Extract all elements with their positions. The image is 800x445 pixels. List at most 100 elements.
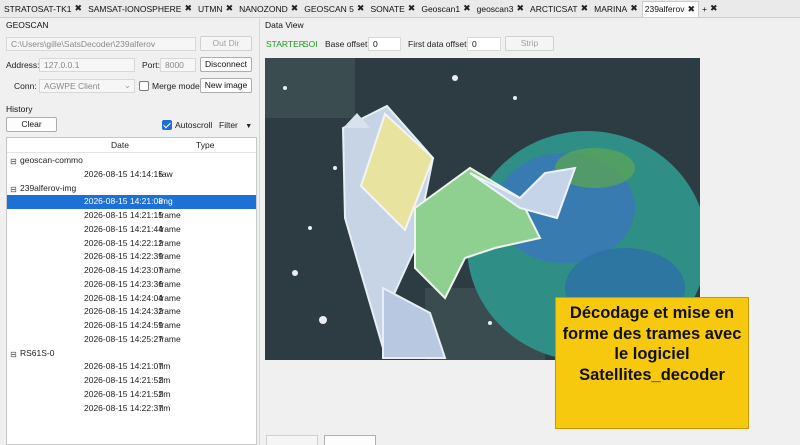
port-field[interactable]: 8000	[160, 58, 196, 72]
tab-arcticsat[interactable]: ARCTICSAT ✖	[528, 1, 591, 17]
history-row[interactable]: 2026-08-15 14:22:12 frame	[7, 237, 256, 251]
tab-geoscan3[interactable]: geoscan3 ✖	[475, 1, 527, 17]
row-date: 2026-08-15 14:21:52	[84, 388, 163, 399]
row-date: 2026-08-15 14:22:37	[84, 402, 163, 413]
row-type: frame	[159, 251, 181, 262]
close-icon[interactable]: ✖	[75, 3, 83, 14]
history-row[interactable]: 2026-08-15 14:25:27 frame	[7, 333, 256, 347]
history-row[interactable]: 2026-08-15 14:23:07 frame	[7, 264, 256, 278]
bottom-button-1[interactable]	[266, 435, 318, 445]
tree-group-name: 239alferov-img	[20, 182, 77, 193]
collapse-icon[interactable]: ⊟	[10, 348, 17, 361]
history-row[interactable]: 2026-08-15 14:22:37 tlm	[7, 402, 256, 416]
autoscroll-checkbox[interactable]	[162, 120, 172, 130]
clear-button[interactable]: Clear	[6, 117, 57, 132]
output-path-field[interactable]: C:\Users\gille\SatsDecoder\239alferov	[6, 37, 196, 51]
row-type: tlm	[159, 361, 171, 372]
tab-marina[interactable]: MARINA ✖	[592, 1, 641, 17]
tab-239alferov[interactable]: 239alferov ✖	[641, 0, 699, 17]
row-type: tlm	[159, 375, 171, 385]
history-row[interactable]: 2026-08-15 14:21:52 tlm	[7, 388, 256, 402]
collapse-icon[interactable]: ⊟	[10, 183, 17, 196]
right-panel: Data View STARTER SOI Base offset: 0 Fir…	[262, 18, 800, 445]
tab-sonate[interactable]: SONATE ✖	[368, 1, 418, 17]
close-icon[interactable]: ✖	[710, 3, 718, 14]
close-icon[interactable]: ✖	[357, 3, 365, 14]
row-type: frame	[159, 265, 181, 275]
collapse-icon[interactable]: ⊟	[10, 155, 17, 168]
row-date: 2026-08-15 14:24:32	[84, 306, 163, 317]
left-panel: GEOSCAN C:\Users\gille\SatsDecoder\239al…	[0, 18, 258, 445]
close-icon[interactable]: ✖	[630, 3, 638, 14]
conn-label: Conn:	[14, 81, 37, 91]
first-offset-field[interactable]: 0	[467, 37, 501, 51]
conn-select[interactable]: AGWPE Client ⌄	[39, 79, 135, 93]
soi-indicator: SOI	[303, 39, 318, 49]
history-row[interactable]: 2026-08-15 14:14:15 raw	[7, 168, 256, 182]
tab-label: Geoscan1	[421, 3, 461, 14]
close-icon[interactable]: ✖	[687, 4, 695, 15]
history-tree[interactable]: Date Type ⊟ geoscan-commo 2026-08-15 14:14…	[6, 137, 257, 445]
row-date: 2026-08-15 14:22:39	[84, 251, 163, 262]
history-row[interactable]: 2026-08-15 14:21:08 img	[7, 195, 256, 209]
tree-group-row[interactable]: ⊟ 239alferov-img	[7, 182, 256, 196]
address-field[interactable]: 127.0.0.1	[39, 58, 135, 72]
history-row[interactable]: 2026-08-15 14:24:32 frame	[7, 305, 256, 319]
type-column-header[interactable]: Type	[196, 140, 214, 150]
close-icon[interactable]: ✖	[291, 3, 299, 14]
row-type: frame	[159, 223, 181, 234]
row-date: 2026-08-15 14:23:36	[84, 278, 163, 289]
history-row[interactable]: 2026-08-15 14:21:44 frame	[7, 223, 256, 237]
row-type: tlm	[159, 388, 171, 399]
tab-geoscan1[interactable]: Geoscan1 ✖	[419, 1, 473, 17]
close-icon[interactable]: ✖	[463, 3, 471, 14]
tab-utmn[interactable]: UTMN ✖	[196, 1, 236, 17]
row-type: frame	[159, 292, 181, 303]
add-tab-button[interactable]: + ✖	[700, 1, 721, 17]
tab-nanozond[interactable]: NANOZOND ✖	[237, 1, 301, 17]
history-row[interactable]: 2026-08-15 14:23:36 frame	[7, 278, 256, 292]
tab-geoscan-5[interactable]: GEOSCAN 5 ✖	[302, 1, 367, 17]
caret-down-icon: ▼	[245, 123, 253, 130]
history-row[interactable]: 2026-08-15 14:24:04 frame	[7, 292, 256, 306]
tree-group-row[interactable]: ⊟ RS61S-0	[7, 347, 256, 361]
merge-mode-checkbox[interactable]	[139, 81, 149, 91]
tree-group-name: geoscan-commo	[20, 155, 83, 165]
close-icon[interactable]: ✖	[184, 3, 192, 14]
port-label: Port:	[142, 60, 160, 70]
filter-menu[interactable]: Filter ▼	[219, 120, 252, 130]
close-icon[interactable]: ✖	[408, 3, 416, 14]
row-date: 2026-08-15 14:21:07	[84, 361, 163, 372]
history-row[interactable]: 2026-08-15 14:21:52 tlm	[7, 374, 256, 388]
date-column-header[interactable]: Date	[111, 140, 129, 150]
tree-group-name: RS61S-0	[20, 347, 55, 358]
new-image-button[interactable]: New image	[200, 78, 252, 93]
tree-group-row[interactable]: ⊟ geoscan-commo	[7, 154, 256, 168]
out-dir-button[interactable]: Out Dir	[200, 36, 252, 51]
tab-samsat-ionosphere[interactable]: SAMSAT-IONOSPHERE ✖	[86, 1, 195, 17]
history-row[interactable]: 2026-08-15 14:24:59 frame	[7, 319, 256, 333]
first-offset-label: First data offset:	[408, 39, 469, 49]
close-icon[interactable]: ✖	[226, 3, 234, 14]
row-date: 2026-08-15 14:23:07	[84, 265, 163, 275]
disconnect-button[interactable]: Disconnect	[200, 57, 252, 72]
history-title: History	[6, 104, 33, 114]
tab-stratosat-tk1[interactable]: STRATOSAT-TK1 ✖	[2, 1, 85, 17]
bottom-button-2[interactable]	[324, 435, 376, 445]
strip-button[interactable]: Strip	[505, 36, 554, 51]
close-icon[interactable]: ✖	[517, 3, 525, 14]
row-type: raw	[159, 168, 173, 179]
history-row[interactable]: 2026-08-15 14:21:15 frame	[7, 209, 256, 223]
row-date: 2026-08-15 14:24:04	[84, 292, 163, 303]
tab-label: MARINA	[594, 3, 628, 14]
tab-label: GEOSCAN 5	[304, 3, 354, 14]
history-row[interactable]: 2026-08-15 14:21:07 tlm	[7, 360, 256, 374]
row-date: 2026-08-15 14:14:15	[84, 168, 163, 179]
satellite-tab-bar: STRATOSAT-TK1 ✖ SAMSAT-IONOSPHERE ✖ UTMN ✖ NAN…	[0, 0, 800, 18]
history-row[interactable]: 2026-08-15 14:22:39 frame	[7, 250, 256, 264]
panel-divider[interactable]	[259, 18, 260, 445]
row-type: img	[159, 196, 173, 207]
close-icon[interactable]: ✖	[581, 3, 589, 14]
merge-mode-label: Merge mode	[152, 81, 200, 91]
base-offset-field[interactable]: 0	[368, 37, 401, 51]
